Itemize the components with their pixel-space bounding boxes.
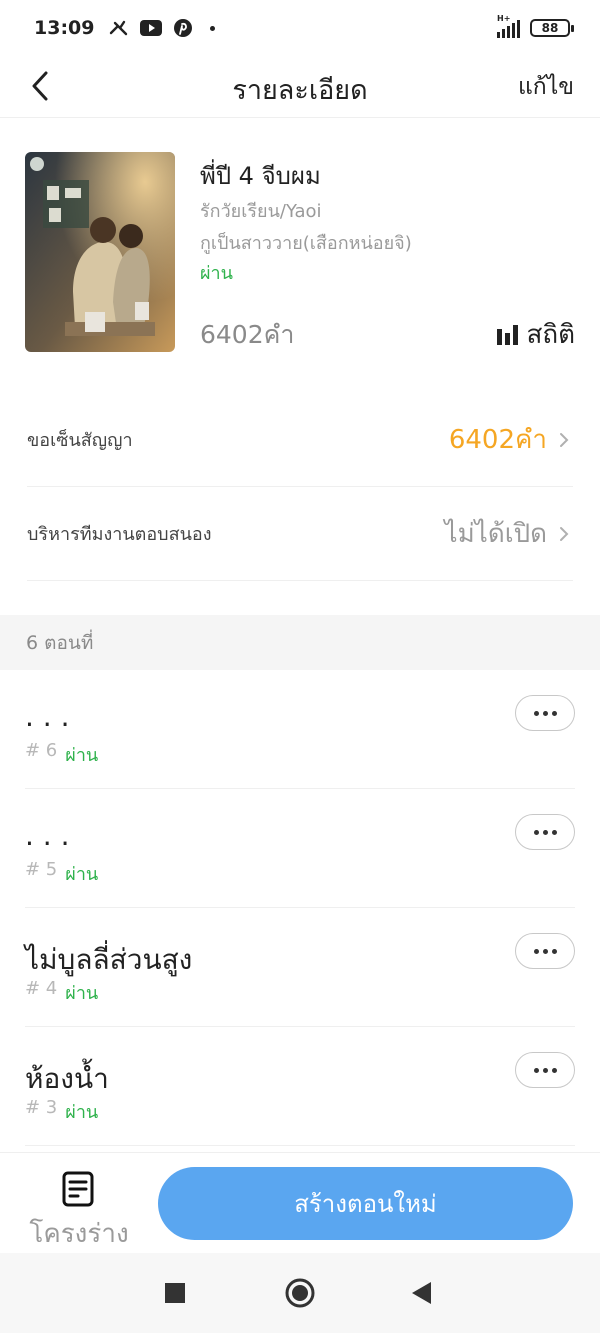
create-chapter-button[interactable]: สร้างตอนใหม่ [158, 1167, 573, 1240]
team-response-value: ไม่ได้เปิด [444, 519, 547, 549]
tool-icon [108, 19, 130, 37]
battery-level: 88 [541, 21, 559, 35]
book-title: พี่ปี 4 จีบผม [200, 162, 321, 190]
chapter-item[interactable]: ห้องน้ำ # 3 ผ่าน [25, 1027, 575, 1146]
sign-contract-value: 6402คำ [448, 425, 547, 455]
team-response-row[interactable]: บริหารทีมงานตอบสนอง ไม่ได้เปิด [27, 487, 573, 581]
pinterest-icon [172, 19, 194, 37]
stats-label: สถิติ [526, 320, 576, 350]
chapter-number: # 4 [25, 978, 58, 999]
chapter-title: ไม่บูลลี่ส่วนสูง [25, 943, 193, 976]
chapter-meta: # 4 ผ่าน [25, 978, 98, 1007]
chapter-title: . . . [25, 819, 70, 852]
chevron-right-icon [559, 432, 573, 447]
triangle-back-icon [412, 1282, 431, 1304]
chapter-number: # 3 [25, 1097, 58, 1118]
book-status-badge: ผ่าน [200, 263, 233, 284]
app-header: รายละเอียด แก้ไข [0, 56, 600, 118]
chapter-status: ผ่าน [65, 864, 99, 885]
book-category: รักวัยเรียน/Yaoi [200, 201, 322, 222]
status-time: 13:09 [34, 17, 95, 39]
book-word-count: 6402คำ [200, 320, 295, 349]
chapter-more-button[interactable] [515, 933, 575, 969]
page-title: รายละเอียด [232, 75, 368, 106]
chapter-meta: # 6 ผ่าน [25, 740, 98, 769]
back-nav-button[interactable] [406, 1277, 438, 1309]
youtube-icon [140, 19, 163, 37]
draft-button[interactable]: โครงร่าง [24, 1167, 134, 1249]
chapter-status: ผ่าน [65, 1102, 99, 1123]
status-right: H+ 88 [497, 14, 574, 38]
chapter-title: ห้องน้ำ [25, 1062, 109, 1095]
status-bar: 13:09 H+ 88 [0, 0, 600, 56]
notification-icons [108, 19, 216, 37]
document-icon [62, 1171, 94, 1207]
chapter-more-button[interactable] [515, 1052, 575, 1088]
network-label: H+ [497, 14, 511, 23]
battery-icon: 88 [530, 19, 574, 37]
chapter-more-button[interactable] [515, 814, 575, 850]
sign-contract-row[interactable]: ขอเซ็นสัญญา 6402คำ [27, 393, 573, 487]
chapter-number: # 6 [25, 740, 58, 761]
edit-button[interactable]: แก้ไข [518, 69, 574, 105]
chapter-meta: # 5 ผ่าน [25, 859, 98, 888]
bottom-action-bar: โครงร่าง สร้างตอนใหม่ [0, 1152, 600, 1253]
system-nav-bar [0, 1253, 600, 1333]
chapter-status: ผ่าน [65, 983, 99, 1004]
home-button[interactable] [284, 1277, 316, 1309]
chapter-more-button[interactable] [515, 695, 575, 731]
signal-icon: H+ [497, 14, 520, 38]
chapter-number: # 5 [25, 859, 58, 880]
sign-contract-label: ขอเซ็นสัญญา [27, 430, 133, 451]
circle-icon [285, 1278, 315, 1308]
draft-label: โครงร่าง [29, 1219, 129, 1249]
book-info: พี่ปี 4 จีบผม รักวัยเรียน/Yaoi กูเป็นสาว… [25, 152, 575, 352]
more-notifications-dot [210, 25, 216, 31]
book-author: กูเป็นสาววาย(เสือกหน่อยจิ) [200, 233, 412, 254]
chapter-title: . . . [25, 700, 70, 733]
bar-chart-icon [496, 324, 518, 345]
team-response-label: บริหารทีมงานตอบสนอง [27, 524, 212, 545]
chapter-item[interactable]: ไม่บูลลี่ส่วนสูง # 4 ผ่าน [25, 908, 575, 1027]
chapter-count: 6 ตอนที่ [26, 631, 94, 654]
chapters-section-header: 6 ตอนที่ [0, 615, 600, 670]
chapter-status: ผ่าน [65, 745, 99, 766]
recents-button[interactable] [159, 1277, 191, 1309]
stats-button[interactable]: สถิติ [496, 314, 576, 355]
book-cover-image[interactable] [25, 152, 175, 352]
square-icon [165, 1283, 185, 1303]
chapter-meta: # 3 ผ่าน [25, 1097, 98, 1126]
chapter-item[interactable]: . . . # 6 ผ่าน [25, 670, 575, 789]
chapter-item[interactable]: . . . # 5 ผ่าน [25, 789, 575, 908]
chevron-right-icon [559, 526, 573, 541]
